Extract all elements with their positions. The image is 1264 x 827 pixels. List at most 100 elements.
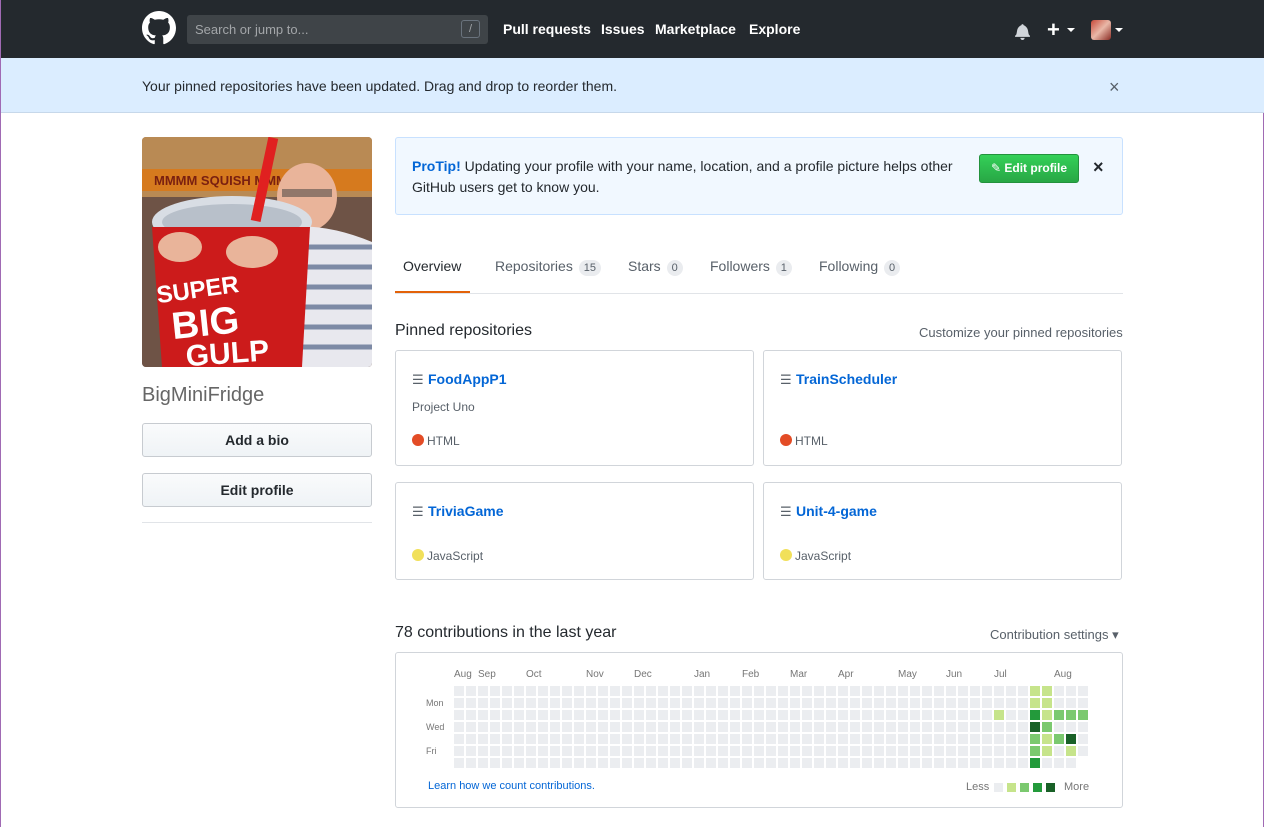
contribution-day-cell[interactable]	[838, 722, 848, 732]
contribution-day-cell[interactable]	[694, 710, 704, 720]
contribution-day-cell[interactable]	[754, 734, 764, 744]
contribution-day-cell[interactable]	[586, 734, 596, 744]
contribution-day-cell[interactable]	[658, 710, 668, 720]
contribution-day-cell[interactable]	[1042, 710, 1052, 720]
contribution-day-cell[interactable]	[670, 686, 680, 696]
contribution-day-cell[interactable]	[814, 686, 824, 696]
contribution-day-cell[interactable]	[718, 746, 728, 756]
contribution-day-cell[interactable]	[802, 686, 812, 696]
contribution-day-cell[interactable]	[502, 698, 512, 708]
contribution-day-cell[interactable]	[838, 686, 848, 696]
contribution-day-cell[interactable]	[742, 746, 752, 756]
contribution-day-cell[interactable]	[706, 686, 716, 696]
contribution-day-cell[interactable]	[706, 746, 716, 756]
contribution-day-cell[interactable]	[454, 710, 464, 720]
repo-link[interactable]: TrainScheduler	[796, 371, 897, 387]
contribution-day-cell[interactable]	[982, 746, 992, 756]
contribution-day-cell[interactable]	[538, 734, 548, 744]
contribution-day-cell[interactable]	[598, 698, 608, 708]
contribution-day-cell[interactable]	[646, 734, 656, 744]
contribution-day-cell[interactable]	[718, 698, 728, 708]
contribution-day-cell[interactable]	[622, 722, 632, 732]
contribution-day-cell[interactable]	[622, 710, 632, 720]
contribution-day-cell[interactable]	[634, 746, 644, 756]
contribution-day-cell[interactable]	[922, 746, 932, 756]
contribution-day-cell[interactable]	[1030, 746, 1040, 756]
contribution-day-cell[interactable]	[730, 710, 740, 720]
contribution-day-cell[interactable]	[1018, 722, 1028, 732]
contribution-day-cell[interactable]	[502, 746, 512, 756]
tab-stars[interactable]: Stars 0	[628, 258, 683, 276]
contribution-day-cell[interactable]	[970, 734, 980, 744]
contribution-day-cell[interactable]	[898, 722, 908, 732]
contribution-day-cell[interactable]	[1042, 698, 1052, 708]
contribution-day-cell[interactable]	[1006, 710, 1016, 720]
contribution-day-cell[interactable]	[778, 698, 788, 708]
contribution-day-cell[interactable]	[694, 722, 704, 732]
contribution-day-cell[interactable]	[574, 722, 584, 732]
contribution-day-cell[interactable]	[850, 686, 860, 696]
plus-icon[interactable]: +	[1047, 18, 1060, 42]
contribution-day-cell[interactable]	[466, 734, 476, 744]
contribution-day-cell[interactable]	[682, 746, 692, 756]
contribution-day-cell[interactable]	[562, 722, 572, 732]
contribution-day-cell[interactable]	[622, 746, 632, 756]
nav-issues[interactable]: Issues	[601, 21, 645, 37]
contribution-day-cell[interactable]	[478, 722, 488, 732]
bell-icon[interactable]	[1015, 23, 1030, 40]
contribution-day-cell[interactable]	[526, 722, 536, 732]
contribution-day-cell[interactable]	[526, 710, 536, 720]
contribution-day-cell[interactable]	[1030, 722, 1040, 732]
contribution-day-cell[interactable]	[598, 734, 608, 744]
contribution-day-cell[interactable]	[562, 746, 572, 756]
contribution-day-cell[interactable]	[550, 746, 560, 756]
contribution-day-cell[interactable]	[478, 734, 488, 744]
contribution-day-cell[interactable]	[910, 686, 920, 696]
contribution-day-cell[interactable]	[1006, 734, 1016, 744]
contribution-day-cell[interactable]	[790, 746, 800, 756]
contribution-day-cell[interactable]	[706, 734, 716, 744]
contribution-day-cell[interactable]	[610, 698, 620, 708]
contribution-day-cell[interactable]	[658, 686, 668, 696]
contribution-day-cell[interactable]	[766, 710, 776, 720]
repo-link[interactable]: TriviaGame	[428, 503, 504, 519]
contribution-day-cell[interactable]	[970, 686, 980, 696]
contribution-day-cell[interactable]	[682, 686, 692, 696]
contribution-day-cell[interactable]	[1006, 758, 1016, 768]
contribution-day-cell[interactable]	[778, 746, 788, 756]
avatar-dropdown-caret-icon[interactable]	[1115, 28, 1123, 32]
contribution-day-cell[interactable]	[874, 746, 884, 756]
contribution-day-cell[interactable]	[514, 698, 524, 708]
contribution-day-cell[interactable]	[466, 698, 476, 708]
contribution-day-cell[interactable]	[1078, 746, 1088, 756]
contribution-day-cell[interactable]	[742, 710, 752, 720]
contribution-day-cell[interactable]	[1078, 686, 1088, 696]
contribution-day-cell[interactable]	[982, 734, 992, 744]
contribution-day-cell[interactable]	[526, 686, 536, 696]
contribution-day-cell[interactable]	[838, 734, 848, 744]
contribution-day-cell[interactable]	[826, 722, 836, 732]
contribution-day-cell[interactable]	[562, 698, 572, 708]
contribution-day-cell[interactable]	[1066, 722, 1076, 732]
contribution-day-cell[interactable]	[502, 758, 512, 768]
contribution-day-cell[interactable]	[910, 758, 920, 768]
contribution-day-cell[interactable]	[754, 722, 764, 732]
contribution-day-cell[interactable]	[982, 722, 992, 732]
contribution-day-cell[interactable]	[994, 722, 1004, 732]
contribution-day-cell[interactable]	[1054, 698, 1064, 708]
contribution-day-cell[interactable]	[922, 734, 932, 744]
contribution-day-cell[interactable]	[574, 698, 584, 708]
search-box[interactable]: /	[187, 15, 488, 44]
contribution-day-cell[interactable]	[1054, 746, 1064, 756]
contribution-day-cell[interactable]	[922, 686, 932, 696]
contribution-day-cell[interactable]	[718, 710, 728, 720]
contribution-day-cell[interactable]	[790, 710, 800, 720]
contribution-day-cell[interactable]	[490, 758, 500, 768]
contribution-day-cell[interactable]	[610, 758, 620, 768]
contribution-day-cell[interactable]	[538, 686, 548, 696]
contribution-day-cell[interactable]	[1066, 710, 1076, 720]
contribution-day-cell[interactable]	[958, 698, 968, 708]
contribution-day-cell[interactable]	[982, 758, 992, 768]
contribution-day-cell[interactable]	[802, 710, 812, 720]
contribution-day-cell[interactable]	[538, 722, 548, 732]
